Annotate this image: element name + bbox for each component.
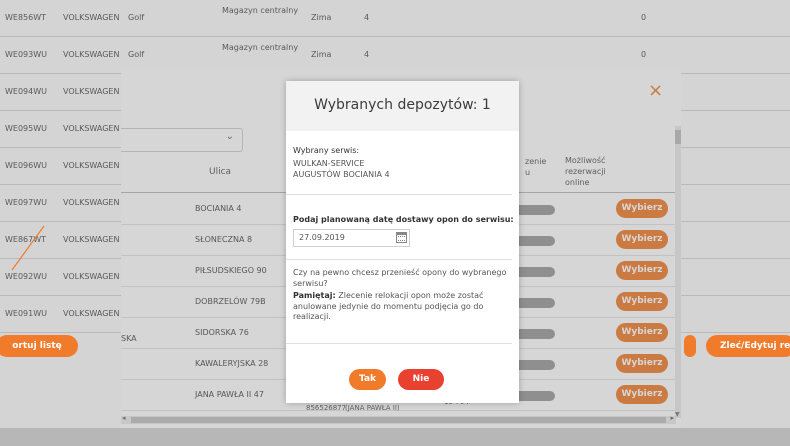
note-label: Pamiętaj:	[293, 291, 336, 300]
divider	[286, 343, 512, 344]
relocation-note: Pamiętaj: Zlecenie relokacji opon może z…	[293, 291, 511, 323]
export-list-button[interactable]: ortuj listę	[0, 335, 78, 357]
partial-button[interactable]	[684, 335, 696, 357]
calendar-icon[interactable]	[396, 232, 407, 243]
delivery-date-label: Podaj planowaną datę dostawy opon do ser…	[293, 215, 514, 224]
selected-service-label: Wybrany serwis:	[293, 146, 360, 155]
divider	[286, 194, 512, 195]
confirm-relocation-modal: Wybranych depozytów: 1 Wybrany serwis: W…	[286, 81, 519, 403]
order-edit-button[interactable]: Zleć/Edytuj re	[706, 335, 790, 357]
confirm-no-button[interactable]: Nie	[398, 369, 444, 390]
modal-title: Wybranych depozytów: 1	[314, 97, 491, 113]
confirm-yes-button[interactable]: Tak	[349, 369, 386, 390]
bottom-overlay	[0, 428, 790, 446]
selected-service-name: WULKAN-SERVICE	[293, 159, 365, 168]
confirm-question: Czy na pewno chcesz przenieść opony do w…	[293, 268, 507, 288]
divider	[286, 259, 512, 260]
selected-service-address: AUGUSTÓW BOCIANIA 4	[293, 170, 390, 179]
annotation-line	[11, 225, 45, 271]
delivery-date-input[interactable]: 27.09.2019	[293, 229, 410, 247]
